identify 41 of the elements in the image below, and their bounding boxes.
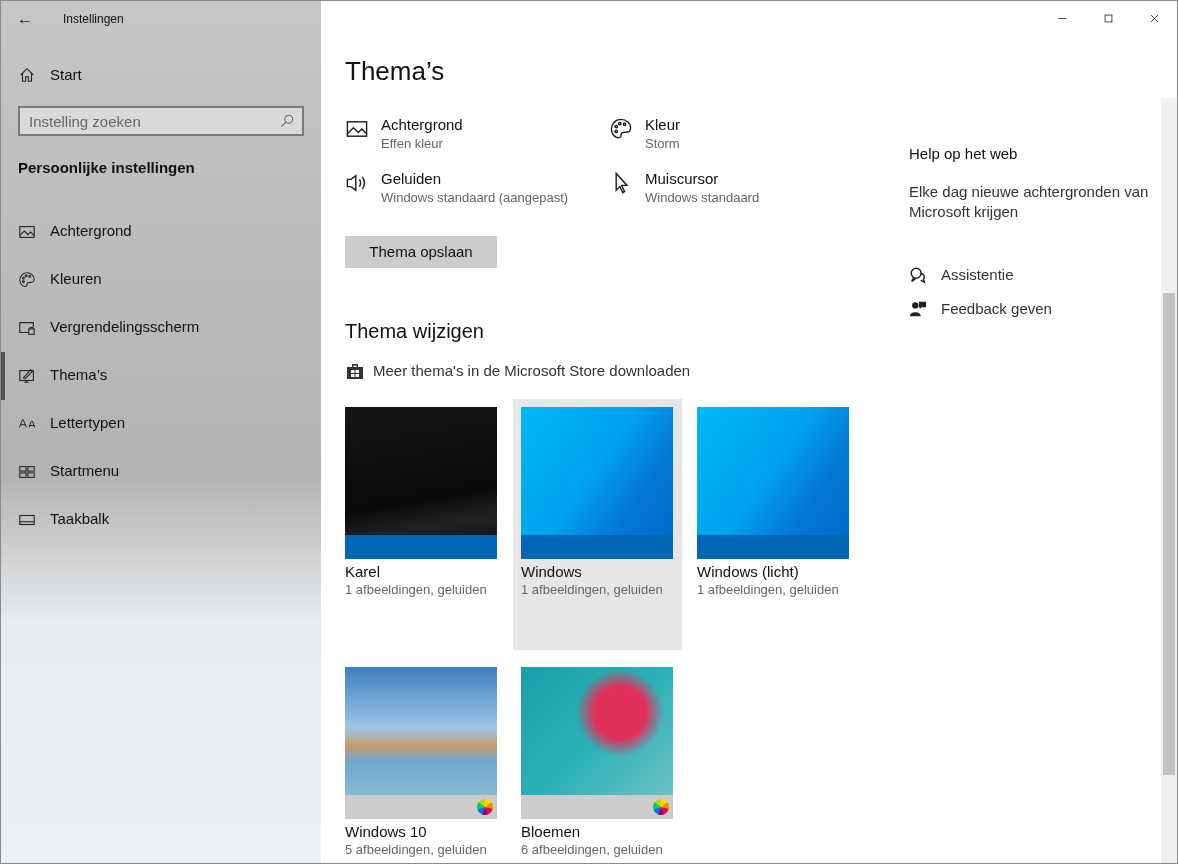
nav-item[interactable]: Vergrendelingsscherm [1, 303, 321, 352]
section-heading: Persoonlijke instellingen [17, 158, 196, 178]
search-field[interactable]: Instelling zoeken [18, 106, 304, 136]
nav-item[interactable]: Achtergrond [1, 207, 321, 256]
color-wheel-icon [477, 798, 493, 815]
theme-tile[interactable]: Windows (licht) 1 afbeeldingen, geluiden [689, 398, 858, 650]
chat-icon [909, 265, 927, 284]
help-action-link[interactable]: Feedback geven [909, 298, 1153, 321]
nav-item[interactable]: Kleuren [1, 255, 321, 304]
theme-setting[interactable]: Geluiden Windows standaard (aangepast) [345, 169, 609, 207]
section-heading: Thema wijzigen [345, 319, 485, 344]
help-link[interactable]: Elke dag nieuwe achtergronden van Microsoft krijgen [909, 181, 1153, 222]
theme-icon [18, 366, 36, 385]
search-icon [280, 114, 294, 128]
theme-setting[interactable]: Kleur Storm [609, 115, 849, 153]
nav-item[interactable]: Startmenu [1, 447, 321, 496]
store-bag-icon [345, 361, 365, 382]
home-nav-item[interactable]: Start [1, 56, 321, 94]
save-theme-button[interactable]: Thema opslaan [345, 236, 497, 268]
help-action-link[interactable]: Assistentie [909, 263, 1153, 286]
help-heading: Help op het web [909, 144, 1019, 164]
palette-icon [18, 270, 36, 289]
theme-tile[interactable]: Bloemen 6 afbeeldingen, geluiden [513, 658, 682, 859]
window-title: Instellingen [63, 11, 124, 28]
nav-item[interactable]: Taakbalk [1, 495, 321, 544]
color-wheel-icon [653, 798, 669, 815]
page-title: Thema’s [345, 55, 446, 87]
close-icon [1148, 12, 1160, 24]
feedback-icon [909, 300, 927, 319]
palette-icon [609, 117, 633, 141]
theme-setting[interactable]: Muiscursor Windows standaard [609, 169, 849, 207]
back-button[interactable]: ← [1, 2, 49, 36]
scrollbar-thumb[interactable] [1163, 293, 1175, 775]
nav-item[interactable]: Lettertypen [1, 399, 321, 448]
maximize-icon [1102, 12, 1114, 24]
theme-tile[interactable]: Windows 10 5 afbeeldingen, geluiden [337, 658, 506, 859]
theme-tile[interactable]: Karel 1 afbeeldingen, geluiden [337, 398, 506, 650]
theme-setting[interactable]: Achtergrond Effen kleur [345, 115, 609, 153]
home-icon [18, 66, 36, 84]
theme-tile[interactable]: Windows 1 afbeeldingen, geluiden [513, 398, 682, 650]
store-link[interactable]: Meer thema's in de Microsoft Store downloaden [345, 360, 889, 383]
